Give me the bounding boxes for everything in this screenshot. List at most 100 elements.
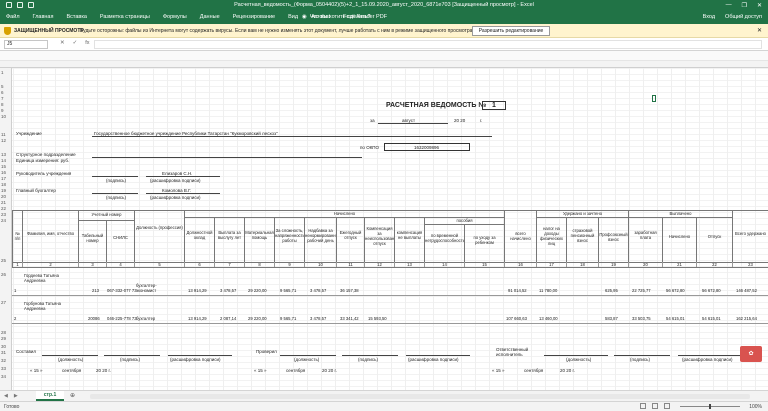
row-number[interactable]: 13 — [1, 152, 6, 157]
normal-view-icon[interactable] — [640, 403, 646, 409]
accountant-label: Главный бухгалтер — [16, 188, 56, 193]
sign-in-link[interactable]: Вход — [703, 14, 715, 20]
row-number[interactable]: 9 — [1, 108, 4, 113]
enable-editing-button[interactable]: Разрешить редактирование — [472, 26, 550, 36]
prev-sheet-icon[interactable]: ◀ — [4, 393, 8, 399]
row-number[interactable]: 1 — [1, 70, 4, 75]
institution-label: Учреждение — [16, 131, 42, 136]
col-num: 16 — [505, 262, 537, 267]
date-month: сентября — [524, 368, 544, 373]
tab-view[interactable]: Вид — [288, 14, 298, 20]
row-number[interactable]: 25 — [1, 258, 6, 263]
row-number[interactable]: 21 — [1, 200, 6, 205]
row-number[interactable]: 6 — [1, 90, 4, 95]
col-num: 11 — [337, 262, 365, 267]
row-number[interactable]: 16 — [1, 170, 6, 175]
cancel-icon[interactable]: ✕ — [60, 40, 65, 46]
row-number[interactable]: 30 — [1, 344, 6, 349]
row-number[interactable]: 15 — [1, 164, 6, 169]
row-number[interactable]: 23 — [1, 212, 6, 217]
col-num: 18 — [567, 262, 599, 267]
row-number[interactable]: 12 — [1, 138, 6, 143]
head-sign-line — [92, 176, 138, 177]
fx-icon[interactable]: fx — [85, 40, 89, 46]
selected-cell[interactable] — [652, 95, 656, 102]
close-icon[interactable]: ✕ — [757, 27, 762, 34]
header-comp-not-vacation: компенсация не выплаты — [395, 218, 425, 263]
row-number[interactable]: 28 — [1, 330, 6, 335]
worksheet-content: РАСЧЕТНАЯ ВЕДОМОСТЬ № 1 за август 20 20 … — [12, 68, 768, 390]
page-layout-icon[interactable] — [652, 403, 658, 409]
table-row[interactable]: 1 Гордеева Татьяна Андреевна 213 067-332… — [12, 268, 768, 296]
col-num: 3 — [79, 262, 107, 267]
zoom-knob[interactable] — [709, 404, 711, 409]
row-number[interactable]: 18 — [1, 182, 6, 187]
cell-salary: 13 914,29 — [188, 316, 207, 321]
enter-icon[interactable]: ✓ — [73, 40, 78, 46]
add-sheet-icon[interactable]: ⊕ — [70, 392, 75, 399]
tell-me-search[interactable]: ◉ Что вы хотите сделать? — [302, 14, 371, 20]
row-number[interactable]: 8 — [1, 102, 4, 107]
name-box[interactable]: J5 — [4, 40, 48, 49]
row-number[interactable]: 11 — [1, 132, 6, 137]
column-headers[interactable] — [0, 61, 768, 68]
title-bar: Расчетная_ведомость_(Форма_0504402)(5)+2… — [0, 0, 768, 12]
cell-salary: 13 914,29 — [188, 288, 207, 293]
cell-vacation: 33 341,42 — [340, 316, 359, 321]
row-number[interactable]: 27 — [1, 300, 6, 305]
date-month: сентября — [62, 368, 82, 373]
tab-formulas[interactable]: Формулы — [163, 14, 187, 20]
row-number[interactable]: 14 — [1, 158, 6, 163]
tab-page-layout[interactable]: Разметка страницы — [100, 14, 150, 20]
row-number[interactable]: 19 — [1, 188, 6, 193]
row-number[interactable]: 5 — [1, 84, 4, 89]
header-accrual: Начислено — [663, 218, 697, 263]
horizontal-scrollbar[interactable] — [90, 394, 750, 399]
next-sheet-icon[interactable]: ▶ — [14, 393, 18, 399]
sig-line — [544, 355, 608, 356]
row-number[interactable]: 31 — [1, 350, 6, 355]
row-number[interactable]: 33 — [1, 366, 6, 371]
zoom-level[interactable]: 100% — [749, 404, 762, 410]
row-number[interactable]: 26 — [1, 272, 6, 277]
row-number[interactable]: 10 — [1, 114, 6, 119]
tab-data[interactable]: Данные — [200, 14, 220, 20]
col-num: 14 — [425, 262, 465, 267]
tab-insert[interactable]: Вставка — [66, 14, 86, 20]
zoom-slider[interactable] — [680, 404, 740, 409]
window-controls: — ❐ ✕ — [726, 2, 762, 9]
col-num: 1 — [13, 262, 23, 267]
close-button[interactable]: ✕ — [757, 2, 762, 9]
cell-total: 107 660,63 — [506, 316, 527, 321]
accountant-name-line — [146, 193, 220, 194]
cell-position: бухгалтер — [136, 316, 156, 321]
form-number: 1 — [492, 102, 496, 109]
tab-review[interactable]: Рецензирование — [233, 14, 275, 20]
row-number[interactable]: 32 — [1, 358, 6, 363]
row-number[interactable]: 24 — [1, 218, 6, 223]
table-row[interactable]: 2 Горбунова Татьяна Андреевна 20086 046-… — [12, 296, 768, 324]
tell-me-placeholder[interactable]: Что вы хотите сделать? — [310, 14, 371, 20]
row-headers[interactable]: 1 5 6 7 8 9 10 11 12 13 14 15 16 17 18 19 20 21 22 23 24 25 26… — [0, 68, 12, 390]
cell-aid: 29 220,00 — [248, 288, 267, 293]
row-number[interactable]: 20 — [1, 194, 6, 199]
cell-complex: 9 565,71 — [280, 316, 297, 321]
page-break-icon[interactable] — [664, 403, 670, 409]
tab-home[interactable]: Главная — [33, 14, 54, 20]
formula-input[interactable] — [94, 40, 762, 49]
col-num: 23 — [733, 262, 768, 267]
minimize-button[interactable]: — — [726, 2, 732, 9]
tab-file[interactable]: Файл — [6, 14, 20, 20]
cell-union: 625,95 — [605, 288, 618, 293]
protected-view-bar: ЗАЩИЩЕННЫЙ ПРОСМОТР Будьте осторожны: фа… — [0, 24, 768, 38]
row-number[interactable]: 7 — [1, 96, 4, 101]
restore-button[interactable]: ❐ — [742, 2, 747, 9]
row-number[interactable]: 34 — [1, 374, 6, 379]
floating-app-icon[interactable]: ✿ — [740, 346, 762, 362]
sheet-tab-1[interactable]: стр.1 — [36, 391, 64, 401]
share-button[interactable]: Общий доступ — [725, 14, 762, 20]
row-number[interactable]: 29 — [1, 336, 6, 341]
row-number[interactable]: 22 — [1, 206, 6, 211]
row-number[interactable]: 17 — [1, 176, 6, 181]
cell-comp: 15 593,50 — [368, 316, 387, 321]
